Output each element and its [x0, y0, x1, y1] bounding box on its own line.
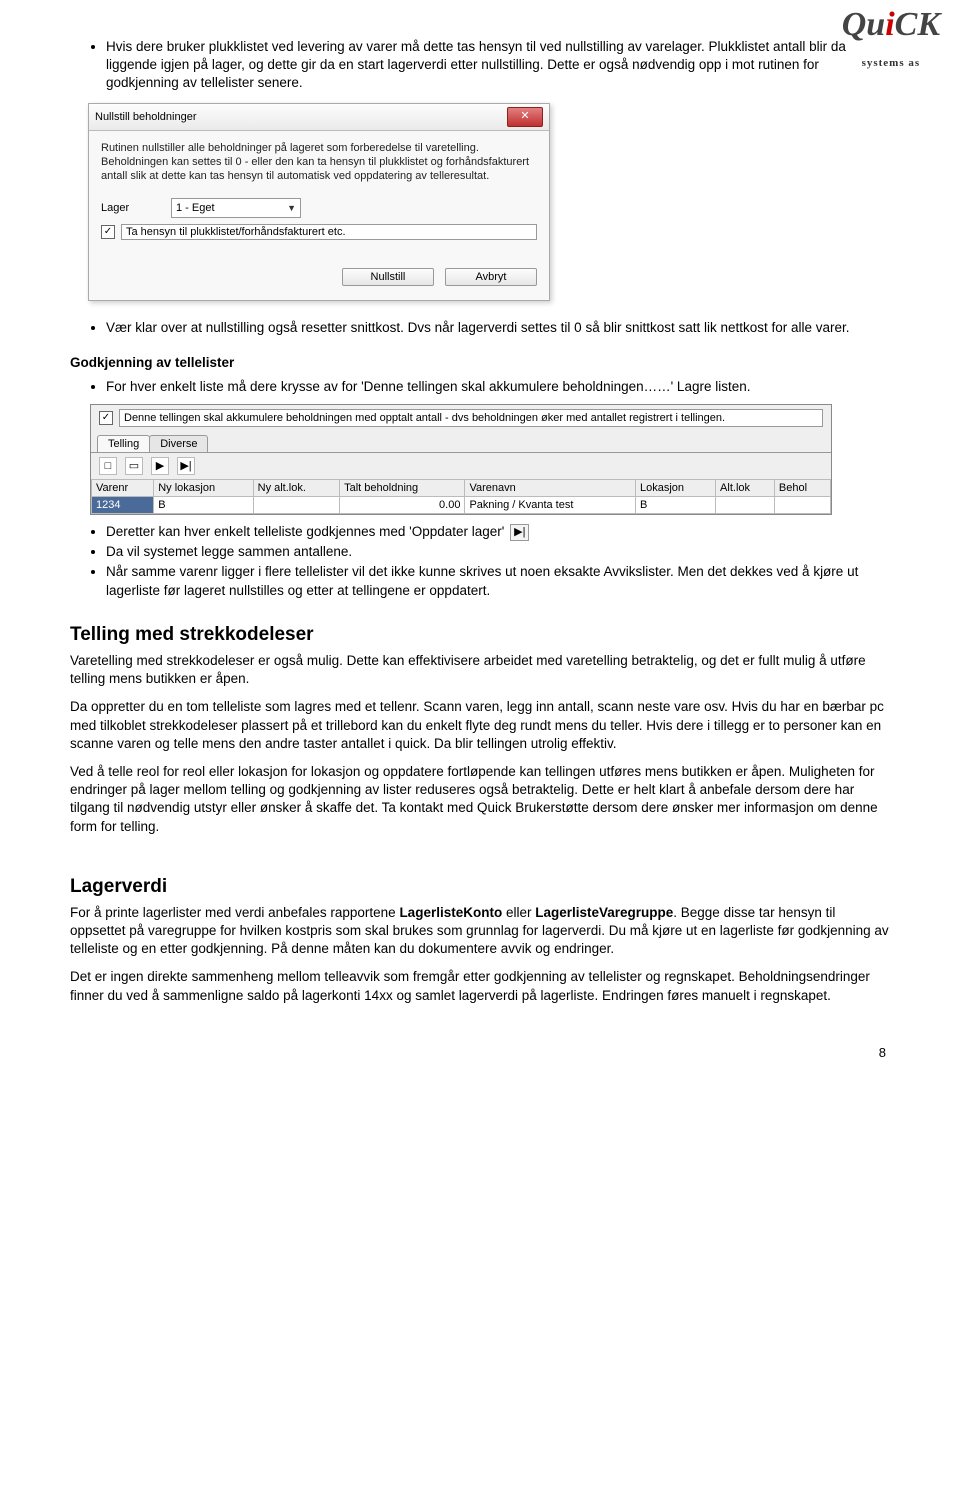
- lager-label: Lager: [101, 202, 171, 214]
- bullet: Hvis dere bruker plukklistet ved leverin…: [106, 38, 890, 93]
- col-nyalt[interactable]: Ny alt.lok.: [253, 479, 340, 496]
- bullet: Når samme varenr ligger i flere tellelis…: [106, 563, 890, 599]
- checkbox-label: Ta hensyn til plukklistet/forhåndsfaktur…: [121, 224, 537, 240]
- telleliste-panel: ✓ Denne tellingen skal akkumulere behold…: [90, 404, 832, 515]
- next-icon[interactable]: ▶: [151, 457, 169, 475]
- cell-nylok[interactable]: B: [154, 496, 253, 513]
- lager-dropdown[interactable]: 1 - Eget ▼: [171, 198, 301, 218]
- akkumulere-checkbox[interactable]: ✓: [99, 411, 113, 425]
- bullet: Vær klar over at nullstilling også reset…: [106, 319, 890, 337]
- bullet: For hver enkelt liste må dere krysse av …: [106, 378, 890, 396]
- chevron-down-icon: ▼: [287, 203, 296, 213]
- table-row[interactable]: 1234 B 0.00 Pakning / Kvanta test B: [92, 496, 831, 513]
- col-nylok[interactable]: Ny lokasjon: [154, 479, 253, 496]
- tab-diverse[interactable]: Diverse: [149, 435, 208, 452]
- close-icon[interactable]: ✕: [507, 107, 543, 127]
- col-beh[interactable]: Behol: [774, 479, 830, 496]
- cell-navn[interactable]: Pakning / Kvanta test: [465, 496, 636, 513]
- cell-beh[interactable]: [774, 496, 830, 513]
- dialog-title: Nullstill beholdninger: [95, 111, 197, 123]
- paragraph: Varetelling med strekkodeleser er også m…: [70, 652, 890, 688]
- paragraph: For å printe lagerlister med verdi anbef…: [70, 904, 890, 959]
- section-strekkodeleser-title: Telling med strekkodeleser: [70, 624, 890, 646]
- top-bullet-list: Hvis dere bruker plukklistet ved leverin…: [70, 38, 890, 93]
- cell-varenr[interactable]: 1234: [92, 496, 154, 513]
- avbryt-button[interactable]: Avbryt: [445, 268, 537, 286]
- godkjenning-bullets: For hver enkelt liste må dere krysse av …: [70, 378, 890, 396]
- col-talt[interactable]: Talt beholdning: [340, 479, 465, 496]
- oppdater-lager-icon[interactable]: ▶|: [510, 524, 529, 541]
- col-lok[interactable]: Lokasjon: [635, 479, 715, 496]
- after-bullets: Deretter kan hver enkelt telleliste godk…: [70, 523, 890, 600]
- tab-telling[interactable]: Telling: [97, 435, 150, 452]
- open-icon[interactable]: ▭: [125, 457, 143, 475]
- new-icon[interactable]: □: [99, 457, 117, 475]
- plukklist-checkbox[interactable]: ✓: [101, 225, 115, 239]
- nullstill-button[interactable]: Nullstill: [342, 268, 434, 286]
- cell-lok[interactable]: B: [635, 496, 715, 513]
- paragraph: Det er ingen direkte sammenheng mellom t…: [70, 968, 890, 1004]
- logo: QuiCK systems as: [842, 10, 940, 71]
- bullet: Deretter kan hver enkelt telleliste godk…: [106, 523, 890, 541]
- bullet: Da vil systemet legge sammen antallene.: [106, 543, 890, 561]
- col-altlok[interactable]: Alt.lok: [716, 479, 775, 496]
- dialog-info: Rutinen nullstiller alle beholdninger på…: [101, 141, 537, 184]
- telleliste-grid: Varenr Ny lokasjon Ny alt.lok. Talt beho…: [91, 479, 831, 514]
- last-icon[interactable]: ▶|: [177, 457, 195, 475]
- cell-altlok[interactable]: [716, 496, 775, 513]
- cell-nyalt[interactable]: [253, 496, 340, 513]
- cell-talt[interactable]: 0.00: [340, 496, 465, 513]
- paragraph: Ved å telle reol for reol eller lokasjon…: [70, 763, 890, 836]
- section-lagerverdi-title: Lagerverdi: [70, 876, 890, 898]
- nullstill-dialog: Nullstill beholdninger ✕ Rutinen nullsti…: [88, 103, 550, 301]
- godkjenning-title: Godkjenning av tellelister: [70, 355, 890, 370]
- mid-bullet-list: Vær klar over at nullstilling også reset…: [70, 319, 890, 337]
- akkumulere-text: Denne tellingen skal akkumulere beholdni…: [119, 409, 823, 427]
- page-number: 8: [70, 1045, 890, 1060]
- col-navn[interactable]: Varenavn: [465, 479, 636, 496]
- paragraph: Da oppretter du en tom telleliste som la…: [70, 698, 890, 753]
- col-varenr[interactable]: Varenr: [92, 479, 154, 496]
